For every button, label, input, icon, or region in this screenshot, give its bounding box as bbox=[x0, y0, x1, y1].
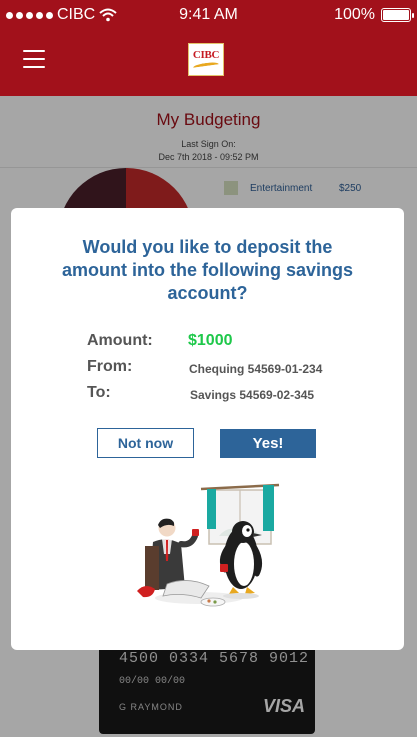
yes-button[interactable]: Yes! bbox=[220, 429, 316, 458]
to-account: Savings 54569-02-345 bbox=[190, 388, 315, 402]
logo-swoosh bbox=[192, 61, 220, 71]
not-now-button[interactable]: Not now bbox=[97, 428, 194, 458]
battery-icon bbox=[381, 8, 414, 22]
businessman-penguin-illustration bbox=[137, 483, 280, 607]
menu-icon[interactable] bbox=[23, 50, 45, 68]
from-label: From: bbox=[87, 358, 133, 375]
deposit-dialog: Would you like to deposit the amount int… bbox=[11, 208, 404, 650]
from-account: Chequing 54569-01-234 bbox=[189, 362, 323, 376]
dialog-question: Would you like to deposit the amount int… bbox=[62, 237, 353, 303]
cibc-logo: CIBC bbox=[188, 43, 224, 76]
amount-label: Amount: bbox=[87, 332, 153, 349]
to-label: To: bbox=[87, 384, 111, 401]
logo-text: CIBC bbox=[192, 49, 220, 61]
app-header: CIBC bbox=[0, 30, 417, 96]
battery-percent: 100% bbox=[334, 6, 375, 23]
amount-value: $1000 bbox=[188, 332, 233, 349]
battery-status: 100% bbox=[334, 6, 414, 24]
status-bar: CIBC 9:41 AM 100% bbox=[0, 0, 417, 30]
